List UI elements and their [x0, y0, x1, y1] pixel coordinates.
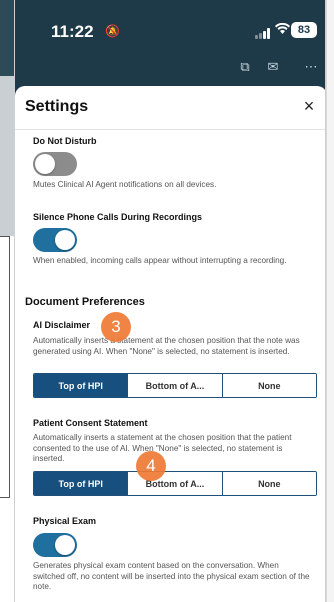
mail-icon[interactable]: ✉: [265, 59, 281, 75]
patient-consent-label: Patient Consent Statement: [33, 418, 148, 428]
annotation-badge-3: 3: [101, 312, 131, 342]
patient-consent-option-top-of-hpi[interactable]: Top of HPI: [34, 472, 129, 495]
toggle-knob: [55, 230, 75, 250]
patient-consent-segmented-control: Top of HPI Bottom of A... None: [33, 471, 317, 496]
wifi-icon: [275, 22, 290, 38]
ai-disclaimer-option-top-of-hpi[interactable]: Top of HPI: [34, 374, 129, 397]
page-title: Settings: [25, 98, 89, 115]
annotation-badge-4: 4: [136, 451, 166, 481]
settings-content: Do Not Disturb Mutes Clinical AI Agent n…: [15, 130, 325, 602]
physical-exam-label: Physical Exam: [33, 516, 97, 526]
background-left-strip: [0, 0, 14, 602]
ai-disclaimer-help: Automatically inserts a statement at the…: [33, 336, 300, 356]
bell-slash-icon: 🔕: [105, 24, 120, 38]
silence-calls-toggle[interactable]: [33, 228, 77, 252]
ai-disclaimer-label: AI Disclaimer: [33, 320, 91, 330]
ai-disclaimer-segmented-control: Top of HPI Bottom of A... None: [33, 373, 317, 398]
app-toolbar: ⧉ ✉ ⋯: [15, 55, 325, 85]
do-not-disturb-help: Mutes Clinical AI Agent notifications on…: [33, 180, 217, 189]
background-left-panel: [0, 76, 14, 236]
translate-icon[interactable]: ⧉: [237, 59, 253, 75]
background-left-header: [0, 0, 14, 76]
patient-consent-option-none[interactable]: None: [222, 472, 316, 495]
physical-exam-help: Generates physical exam content based on…: [33, 561, 310, 591]
ai-disclaimer-option-none[interactable]: None: [222, 374, 316, 397]
patient-consent-help: Automatically inserts a statement at the…: [33, 433, 292, 463]
do-not-disturb-toggle[interactable]: [33, 152, 77, 176]
toggle-knob: [35, 154, 55, 174]
battery-indicator: 83: [291, 22, 317, 38]
physical-exam-toggle[interactable]: [33, 533, 77, 557]
background-right-strip: [326, 0, 334, 602]
sheet-header: Settings ×: [15, 86, 325, 130]
phone-screen: 11:22 🔕 83 ⧉ ✉ ⋯ Settings × Do Not Distu…: [14, 0, 326, 602]
silence-calls-label: Silence Phone Calls During Recordings: [33, 212, 203, 222]
more-icon[interactable]: ⋯: [303, 59, 319, 75]
toggle-knob: [55, 535, 75, 555]
settings-sheet: Settings × Do Not Disturb Mutes Clinical…: [15, 86, 325, 602]
close-icon[interactable]: ×: [297, 94, 321, 118]
signal-icon: [255, 28, 273, 39]
silence-calls-help: When enabled, incoming calls appear with…: [33, 256, 287, 265]
app-header-background: 11:22 🔕 83 ⧉ ✉ ⋯: [15, 0, 325, 98]
ai-disclaimer-option-bottom[interactable]: Bottom of A...: [128, 374, 223, 397]
status-bar: 11:22 🔕 83: [15, 18, 325, 48]
status-time: 11:22: [51, 22, 94, 41]
do-not-disturb-label: Do Not Disturb: [33, 136, 97, 146]
document-preferences-heading: Document Preferences: [25, 296, 145, 308]
background-left-frame: [0, 236, 10, 498]
